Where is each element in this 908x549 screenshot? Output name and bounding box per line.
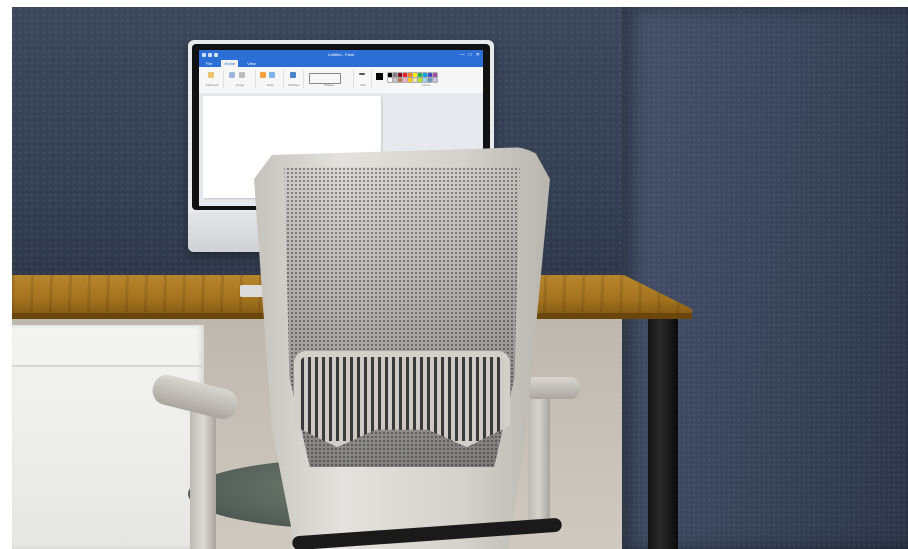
ribbon-group-label: Colors bbox=[421, 83, 431, 87]
ribbon-group-colors: Colors bbox=[373, 70, 479, 88]
ribbon-group-label: Clipboard bbox=[205, 83, 219, 87]
crop-icon[interactable] bbox=[239, 72, 245, 78]
chair-armrest-right bbox=[524, 377, 580, 399]
desk-pedestal bbox=[12, 325, 204, 549]
brush-icon[interactable] bbox=[290, 72, 296, 78]
ribbon-group-label: Brushes bbox=[288, 83, 300, 87]
office-scene: Untitled - Paint — □ ✕ File Home View Cl bbox=[12, 7, 908, 549]
pencil-icon[interactable] bbox=[260, 72, 266, 78]
chair-arm-post-left bbox=[190, 407, 216, 549]
paint-title-bar[interactable]: Untitled - Paint — □ ✕ bbox=[199, 50, 483, 60]
tab-home[interactable]: Home bbox=[221, 60, 239, 67]
ribbon-group-brushes: Brushes bbox=[285, 70, 304, 88]
ribbon-group-tools: Tools bbox=[257, 70, 284, 88]
fill-icon[interactable] bbox=[269, 72, 275, 78]
minimize-button[interactable]: — bbox=[460, 50, 465, 60]
ribbon-group-label: Shapes bbox=[323, 83, 335, 87]
ribbon-group-clipboard: Clipboard bbox=[201, 70, 224, 88]
paste-icon[interactable] bbox=[208, 72, 214, 78]
tab-file[interactable]: File bbox=[203, 60, 215, 67]
tab-view[interactable]: View bbox=[244, 60, 259, 67]
ribbon-group-shapes: Shapes bbox=[305, 70, 354, 88]
pedestal-drawer-line bbox=[12, 365, 204, 367]
ribbon-group-label: Tools bbox=[266, 83, 274, 87]
window-controls: — □ ✕ bbox=[460, 50, 480, 60]
ribbon-group-label: Size bbox=[360, 83, 366, 87]
desk-leg bbox=[648, 319, 678, 549]
close-button[interactable]: ✕ bbox=[476, 50, 480, 60]
ribbon-group-label: Image bbox=[235, 83, 245, 87]
ribbon-group-size: Size bbox=[355, 70, 372, 88]
chair-arm-post-right bbox=[528, 395, 550, 525]
ribbon-group-image: Image bbox=[225, 70, 256, 88]
ribbon: Clipboard Image Tools Brushes Shapes Siz… bbox=[199, 67, 483, 94]
window-title: Untitled - Paint bbox=[327, 52, 355, 57]
color-1-swatch[interactable] bbox=[376, 73, 383, 80]
select-icon[interactable] bbox=[229, 72, 235, 78]
ribbon-tabs: File Home View bbox=[199, 60, 483, 67]
maximize-button[interactable]: □ bbox=[469, 50, 472, 60]
size-icon[interactable] bbox=[359, 73, 365, 75]
palette-color-swatch[interactable] bbox=[432, 77, 438, 83]
